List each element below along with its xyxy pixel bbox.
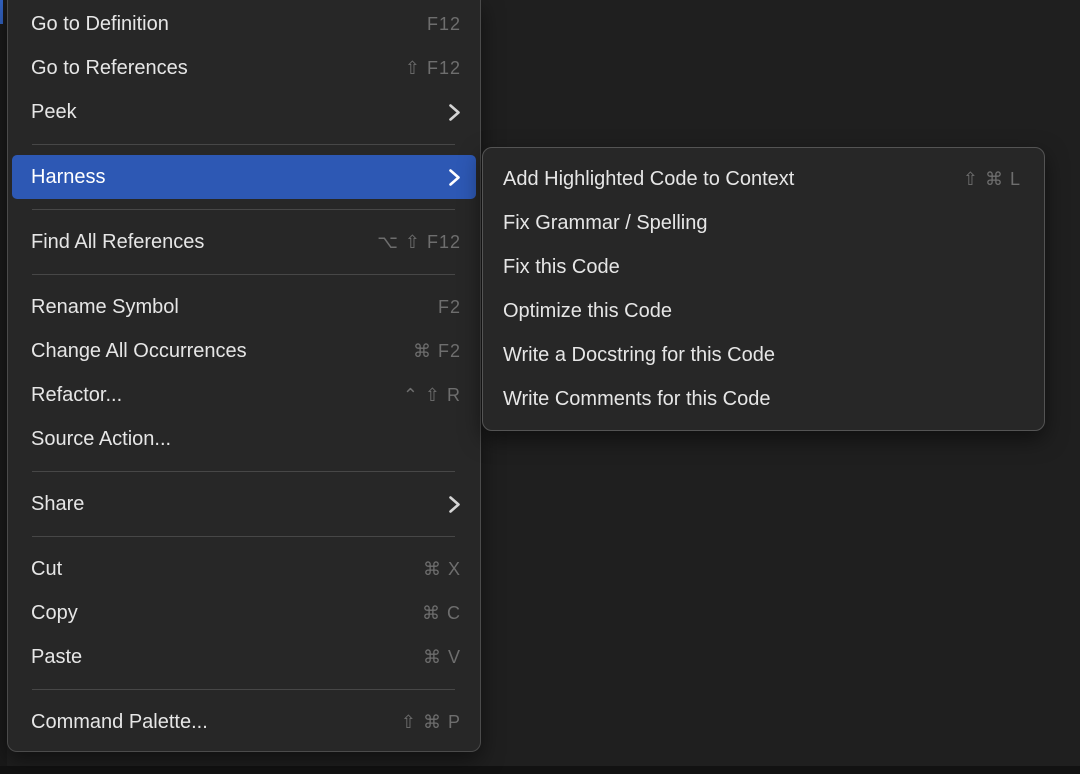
menu-item-write-a-docstring-for-this-code[interactable]: Write a Docstring for this Code <box>483 333 1044 377</box>
menu-item-find-all-references[interactable]: Find All References ⌥ ⇧ F12 <box>8 220 480 264</box>
menu-item-label: Fix Grammar / Spelling <box>503 212 1021 235</box>
menu-item-fix-grammar-spelling[interactable]: Fix Grammar / Spelling <box>483 201 1044 245</box>
menu-item-label: Rename Symbol <box>31 296 414 319</box>
menu-separator <box>32 536 455 537</box>
menu-item-go-to-references[interactable]: Go to References ⇧ F12 <box>8 46 480 90</box>
menu-item-label: Optimize this Code <box>503 300 1021 323</box>
menu-item-label: Fix this Code <box>503 256 1021 279</box>
menu-item-label: Go to Definition <box>31 13 403 36</box>
menu-item-share[interactable]: Share <box>8 482 480 526</box>
menu-item-shortcut: F2 <box>438 297 461 318</box>
menu-item-write-comments-for-this-code[interactable]: Write Comments for this Code <box>483 377 1044 421</box>
menu-separator <box>32 689 455 690</box>
menu-item-label: Share <box>31 493 424 516</box>
menu-item-label: Add Highlighted Code to Context <box>503 168 939 191</box>
menu-item-add-highlighted-code-to-context[interactable]: Add Highlighted Code to Context ⇧ ⌘ L <box>483 157 1044 201</box>
menu-item-label: Cut <box>31 558 399 581</box>
editor-context-menu: Go to Definition F12 Go to References ⇧ F12… <box>7 0 481 752</box>
menu-item-label: Paste <box>31 646 399 669</box>
menu-item-label: Peek <box>31 101 424 124</box>
menu-item-shortcut: ⌘ F2 <box>413 341 461 362</box>
menu-item-peek[interactable]: Peek <box>8 90 480 134</box>
menu-item-optimize-this-code[interactable]: Optimize this Code <box>483 289 1044 333</box>
menu-item-go-to-definition[interactable]: Go to Definition F12 <box>8 2 480 46</box>
menu-item-label: Change All Occurrences <box>31 340 389 363</box>
menu-item-label: Harness <box>31 166 424 189</box>
menu-item-shortcut: ⇧ ⌘ L <box>963 169 1021 190</box>
submenu-chevron-icon <box>448 103 461 122</box>
menu-item-source-action[interactable]: Source Action... <box>8 417 480 461</box>
menu-item-shortcut: ⌘ C <box>422 603 461 624</box>
menu-item-shortcut: ⇧ F12 <box>405 58 461 79</box>
menu-item-cut[interactable]: Cut ⌘ X <box>8 547 480 591</box>
submenu-chevron-icon <box>448 168 461 187</box>
menu-item-label: Write a Docstring for this Code <box>503 344 1021 367</box>
submenu-chevron-icon <box>448 495 461 514</box>
menu-item-command-palette[interactable]: Command Palette... ⇧ ⌘ P <box>8 700 480 744</box>
menu-item-shortcut: ⌃ ⇧ R <box>403 385 461 406</box>
menu-item-rename-symbol[interactable]: Rename Symbol F2 <box>8 285 480 329</box>
menu-separator <box>32 471 455 472</box>
menu-item-shortcut: F12 <box>427 14 461 35</box>
menu-item-shortcut: ⌘ X <box>423 559 461 580</box>
menu-item-refactor[interactable]: Refactor... ⌃ ⇧ R <box>8 373 480 417</box>
menu-item-label: Write Comments for this Code <box>503 388 1021 411</box>
menu-item-label: Source Action... <box>31 428 461 451</box>
menu-item-shortcut: ⌘ V <box>423 647 461 668</box>
menu-separator <box>32 144 455 145</box>
menu-separator <box>32 209 455 210</box>
menu-item-label: Refactor... <box>31 384 379 407</box>
editor-bottom-strip <box>0 766 1080 774</box>
menu-item-shortcut: ⌥ ⇧ F12 <box>377 232 461 253</box>
menu-item-label: Go to References <box>31 57 381 80</box>
menu-item-copy[interactable]: Copy ⌘ C <box>8 591 480 635</box>
menu-separator <box>32 274 455 275</box>
editor-selection-sliver <box>0 0 3 24</box>
editor-background-strip <box>0 0 7 774</box>
menu-item-harness[interactable]: Harness <box>12 155 476 199</box>
menu-item-label: Copy <box>31 602 398 625</box>
menu-item-label: Find All References <box>31 231 353 254</box>
menu-item-change-all-occurrences[interactable]: Change All Occurrences ⌘ F2 <box>8 329 480 373</box>
menu-item-paste[interactable]: Paste ⌘ V <box>8 635 480 679</box>
menu-item-fix-this-code[interactable]: Fix this Code <box>483 245 1044 289</box>
harness-submenu: Add Highlighted Code to Context ⇧ ⌘ L Fix … <box>482 147 1045 431</box>
menu-item-shortcut: ⇧ ⌘ P <box>401 712 461 733</box>
menu-item-label: Command Palette... <box>31 711 377 734</box>
